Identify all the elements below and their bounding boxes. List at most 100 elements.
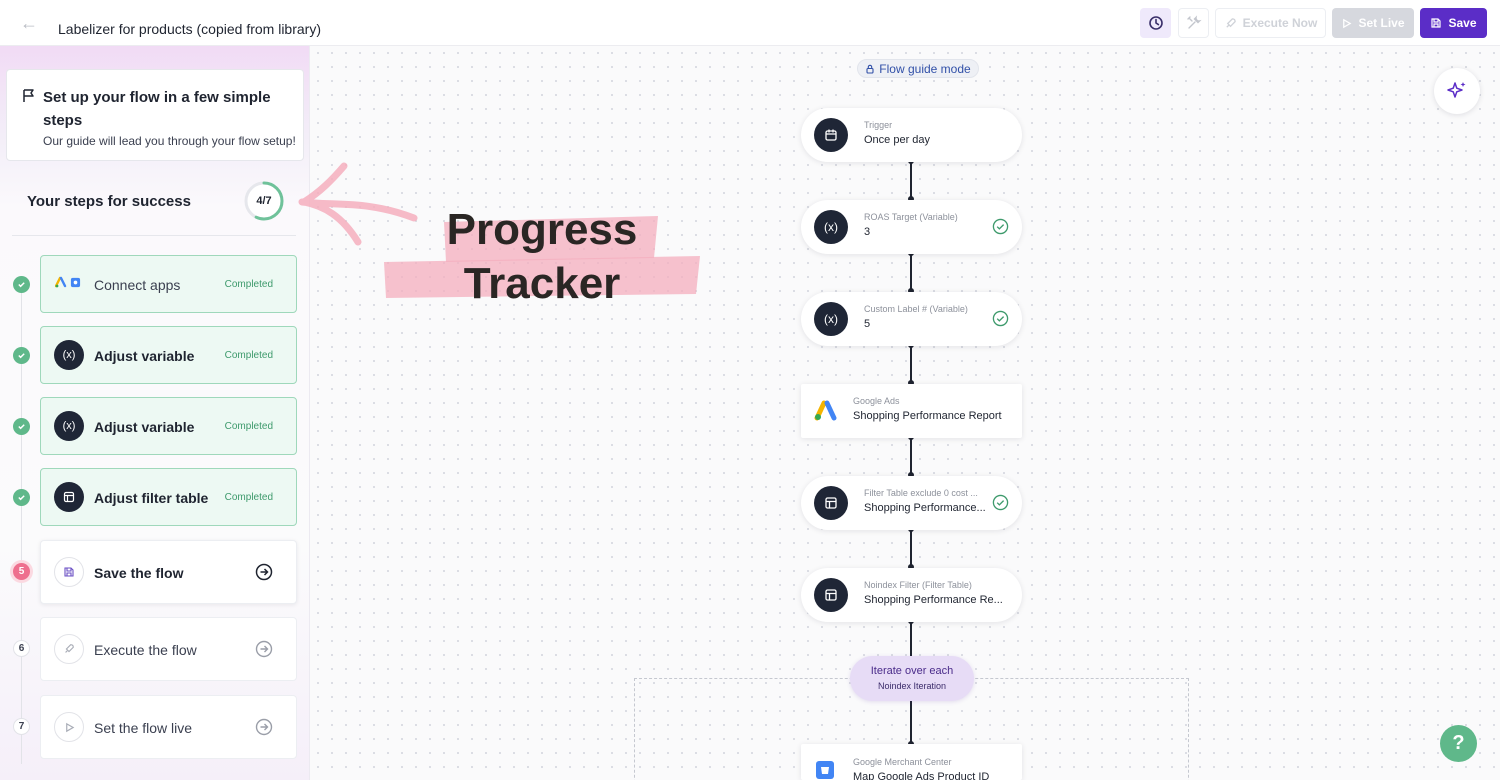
arrow-circle-right-icon[interactable] (255, 718, 273, 736)
annotation-line-1: Progress (446, 205, 638, 254)
calendar-icon (814, 118, 848, 152)
checkmark-icon (18, 282, 25, 288)
merchant-center-icon (816, 761, 834, 779)
node-value: Shopping Performance... (864, 502, 986, 514)
step-7-number: 7 (13, 718, 30, 735)
step-status: Completed (224, 421, 273, 432)
node-value: 5 (864, 318, 871, 330)
check-circle-icon (992, 494, 1009, 511)
iterator-title: Iterate over each (870, 665, 954, 677)
tools-button[interactable] (1178, 8, 1209, 38)
step-label: Adjust variable (94, 348, 195, 364)
flow-title[interactable]: Labelizer for products (copied from libr… (58, 21, 321, 37)
check-circle-icon (992, 218, 1009, 235)
progress-count: 4/7 (256, 195, 272, 207)
checkmark-icon (18, 495, 25, 501)
table-icon (814, 578, 848, 612)
step-adjust-variable-2[interactable]: (x) Adjust variable Completed (40, 397, 297, 455)
guide-subtitle: Our guide will lead you through your flo… (43, 134, 296, 148)
step-set-flow-live[interactable]: Set the flow live (40, 695, 297, 759)
step-6-number: 6 (13, 640, 30, 657)
history-icon (1148, 16, 1163, 30)
sparkle-icon (1447, 82, 1466, 98)
step-5-number: 5 (13, 563, 30, 580)
step-adjust-filter-table[interactable]: Adjust filter table Completed (40, 468, 297, 526)
guide-title: Set up your flow in a few simple steps (43, 89, 271, 129)
flow-guide-sidebar: Set up your flow in a few simple steps O… (0, 46, 310, 780)
divider (12, 235, 296, 236)
variable-icon: (x) (54, 340, 84, 370)
save-label: Save (1448, 16, 1477, 30)
set-live-button[interactable]: Set Live (1332, 8, 1414, 38)
step-3-check (13, 418, 30, 435)
connector-line (910, 620, 912, 656)
execute-now-button[interactable]: Execute Now (1215, 8, 1326, 38)
save-button[interactable]: Save (1420, 8, 1487, 38)
flow-node-custom-label[interactable]: (x) Custom Label # (Variable) 5 (801, 292, 1022, 346)
flow-node-iterator[interactable]: Iterate over each Noindex Iteration (850, 656, 974, 701)
top-bar: ← Labelizer for products (copied from li… (0, 0, 1500, 46)
arrow-circle-right-icon[interactable] (255, 640, 273, 658)
node-caption: Filter Table exclude 0 cost ... (864, 488, 978, 498)
node-value: Once per day (864, 134, 931, 146)
help-button[interactable]: ? (1440, 725, 1477, 762)
set-live-label: Set Live (1358, 16, 1405, 30)
step-status: Completed (224, 492, 273, 503)
google-ads-icon (55, 276, 67, 288)
flag-icon (23, 89, 34, 102)
variable-icon: (x) (814, 302, 848, 336)
node-caption: Google Ads (853, 396, 900, 406)
tools-icon (1186, 15, 1202, 29)
play-icon (54, 712, 84, 742)
step-connect-apps[interactable]: Connect apps Completed (40, 255, 297, 313)
step-execute-flow[interactable]: Execute the flow (40, 617, 297, 681)
step-label: Set the flow live (94, 720, 193, 736)
google-ads-icon (814, 400, 837, 421)
variable-icon: (x) (814, 210, 848, 244)
step-label: Adjust variable (94, 419, 195, 435)
flow-node-filter-table[interactable]: Filter Table exclude 0 cost ... Shopping… (801, 476, 1022, 530)
guide-intro-card: Set up your flow in a few simple steps O… (6, 69, 304, 161)
node-value: Map Google Ads Product ID (853, 771, 990, 780)
step-status: Completed (224, 279, 273, 290)
checkmark-icon (18, 353, 25, 359)
connector-line (910, 252, 912, 292)
save-icon (1431, 18, 1442, 28)
check-circle-icon (992, 310, 1009, 327)
step-save-flow[interactable]: Save the flow (40, 540, 297, 604)
arrow-circle-right-icon[interactable] (255, 563, 273, 581)
back-arrow-icon[interactable]: ← (18, 12, 40, 34)
variable-icon: (x) (54, 411, 84, 441)
step-status: Completed (224, 350, 273, 361)
step-label: Save the flow (94, 565, 184, 581)
checkmark-icon (18, 424, 25, 430)
step-1-check (13, 276, 30, 293)
connector-line (910, 160, 912, 200)
connector-line (910, 436, 912, 476)
node-value: Shopping Performance Report (853, 410, 1002, 422)
connector-line (910, 528, 912, 568)
flow-node-noindex-filter[interactable]: Noindex Filter (Filter Table) Shopping P… (801, 568, 1022, 622)
connected-apps-icons (55, 276, 81, 288)
ai-assistant-button[interactable] (1434, 68, 1480, 114)
rocket-icon (54, 634, 84, 664)
connector-line (910, 701, 912, 744)
node-caption: Google Merchant Center (853, 757, 952, 767)
step-label: Connect apps (94, 277, 181, 293)
annotation-line-2: Tracker (463, 259, 621, 308)
flow-node-google-ads[interactable]: Google Ads Shopping Performance Report (801, 384, 1022, 438)
node-caption: Noindex Filter (Filter Table) (864, 580, 972, 590)
flow-guide-mode-label: Flow guide mode (879, 61, 971, 76)
history-button[interactable] (1140, 8, 1171, 38)
step-adjust-variable-1[interactable]: (x) Adjust variable Completed (40, 326, 297, 384)
flow-node-merchant-center[interactable]: Google Merchant Center Map Google Ads Pr… (801, 744, 1022, 780)
execute-now-label: Execute Now (1242, 16, 1318, 30)
table-icon (54, 482, 84, 512)
flow-node-roas-target[interactable]: (x) ROAS Target (Variable) 3 (801, 200, 1022, 254)
lock-icon (866, 64, 874, 74)
connector-line (910, 344, 912, 384)
step-label: Execute the flow (94, 642, 197, 658)
annotation-label: Progress Tracker (444, 203, 640, 311)
merchant-center-icon (70, 277, 81, 287)
flow-node-trigger[interactable]: Trigger Once per day (801, 108, 1022, 162)
